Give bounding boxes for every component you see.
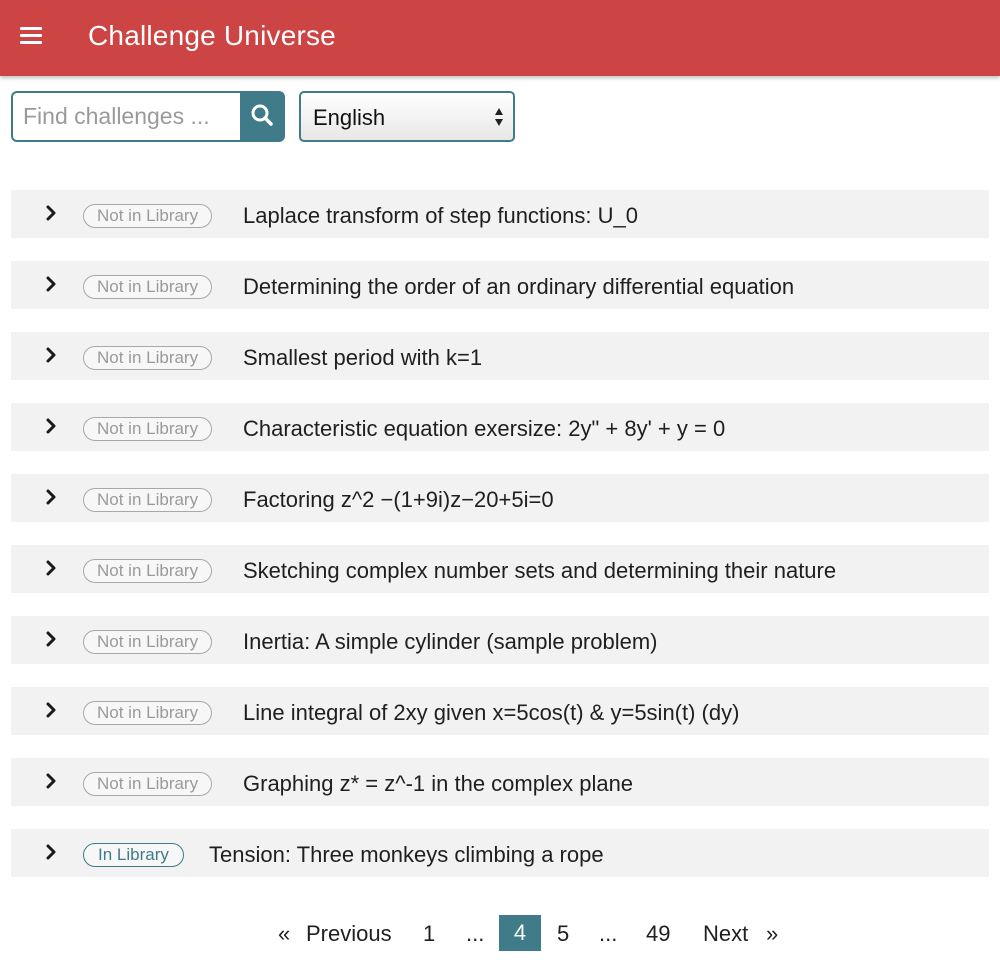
chevron-right-icon[interactable]	[43, 629, 59, 649]
chevron-right-icon[interactable]	[43, 771, 59, 791]
library-status-badge: Not in Library	[83, 559, 213, 583]
library-status-badge: Not in Library	[83, 701, 213, 725]
library-status-badge: In Library	[83, 843, 184, 867]
app-title: Challenge Universe	[88, 20, 336, 51]
select-arrows-icon	[495, 108, 503, 126]
challenge-title[interactable]: Inertia: A simple cylinder (sample probl…	[243, 629, 658, 655]
chevron-right-icon[interactable]	[43, 274, 59, 294]
search-icon	[251, 104, 273, 126]
challenge-row[interactable]: Not in Library Laplace transform of step …	[11, 190, 989, 238]
page-ellipsis: ...	[599, 921, 618, 946]
next-arrow-icon[interactable]: »	[766, 921, 778, 947]
challenge-row[interactable]: Not in Library Line integral of 2xy given…	[11, 687, 989, 735]
library-status-badge: Not in Library	[83, 346, 213, 370]
library-status-badge: Not in Library	[83, 630, 213, 654]
chevron-right-icon[interactable]	[43, 487, 59, 507]
library-status-badge: Not in Library	[83, 772, 213, 796]
page-ellipsis: ...	[466, 921, 485, 946]
page-link-first[interactable]: 1	[423, 921, 435, 947]
search-button[interactable]	[240, 91, 285, 142]
library-status-badge: Not in Library	[83, 417, 213, 441]
chevron-right-icon[interactable]	[43, 203, 59, 223]
challenge-title[interactable]: Sketching complex number sets and determ…	[243, 558, 836, 584]
challenge-title[interactable]: Tension: Three monkeys climbing a rope	[209, 842, 604, 868]
challenge-row[interactable]: Not in Library Determining the order of a…	[11, 261, 989, 309]
language-selected-value: English	[313, 105, 386, 130]
chevron-right-icon[interactable]	[43, 345, 59, 365]
search-input[interactable]	[11, 91, 240, 142]
challenge-row[interactable]: Not in Library Factoring z^2 −(1+9i)z−20+…	[11, 474, 989, 522]
challenge-row[interactable]: Not in Library Characteristic equation ex…	[11, 403, 989, 451]
chevron-right-icon[interactable]	[43, 842, 59, 862]
library-status-badge: Not in Library	[83, 488, 213, 512]
chevron-right-icon[interactable]	[43, 558, 59, 578]
page-link-last[interactable]: 49	[646, 921, 670, 947]
challenge-title[interactable]: Smallest period with k=1	[243, 345, 482, 371]
page-current[interactable]: 4	[499, 915, 541, 951]
next-page-link[interactable]: Next	[703, 921, 748, 947]
challenge-row[interactable]: Not in Library Sketching complex number s…	[11, 545, 989, 593]
app-bar: Challenge Universe	[0, 0, 1000, 76]
challenge-row[interactable]: Not in Library Graphing z* = z^-1 in the …	[11, 758, 989, 806]
previous-page-link[interactable]: Previous	[306, 921, 392, 947]
hamburger-menu-icon[interactable]	[20, 27, 42, 47]
challenge-title[interactable]: Characteristic equation exersize: 2y" + …	[243, 416, 725, 442]
challenge-title[interactable]: Laplace transform of step functions: U_0	[243, 203, 638, 229]
challenge-title[interactable]: Factoring z^2 −(1+9i)z−20+5i=0	[243, 487, 554, 513]
chevron-right-icon[interactable]	[43, 416, 59, 436]
language-select[interactable]: English	[299, 91, 515, 142]
challenge-row[interactable]: Not in Library Inertia: A simple cylinder…	[11, 616, 989, 664]
chevron-right-icon[interactable]	[43, 700, 59, 720]
previous-arrow-icon[interactable]: «	[278, 921, 290, 947]
challenge-row[interactable]: In Library Tension: Three monkeys climbin…	[11, 829, 989, 877]
pagination: « Previous 1 ... 4 5 ... 49 Next »	[0, 915, 1000, 955]
challenge-title[interactable]: Determining the order of an ordinary dif…	[243, 274, 794, 300]
library-status-badge: Not in Library	[83, 204, 213, 228]
library-status-badge: Not in Library	[83, 275, 213, 299]
challenge-title[interactable]: Graphing z* = z^-1 in the complex plane	[243, 771, 633, 797]
challenge-title[interactable]: Line integral of 2xy given x=5cos(t) & y…	[243, 700, 739, 726]
search-bar	[11, 91, 285, 142]
challenge-row[interactable]: Not in Library Smallest period with k=1	[11, 332, 989, 380]
page-link-next[interactable]: 5	[557, 921, 569, 947]
